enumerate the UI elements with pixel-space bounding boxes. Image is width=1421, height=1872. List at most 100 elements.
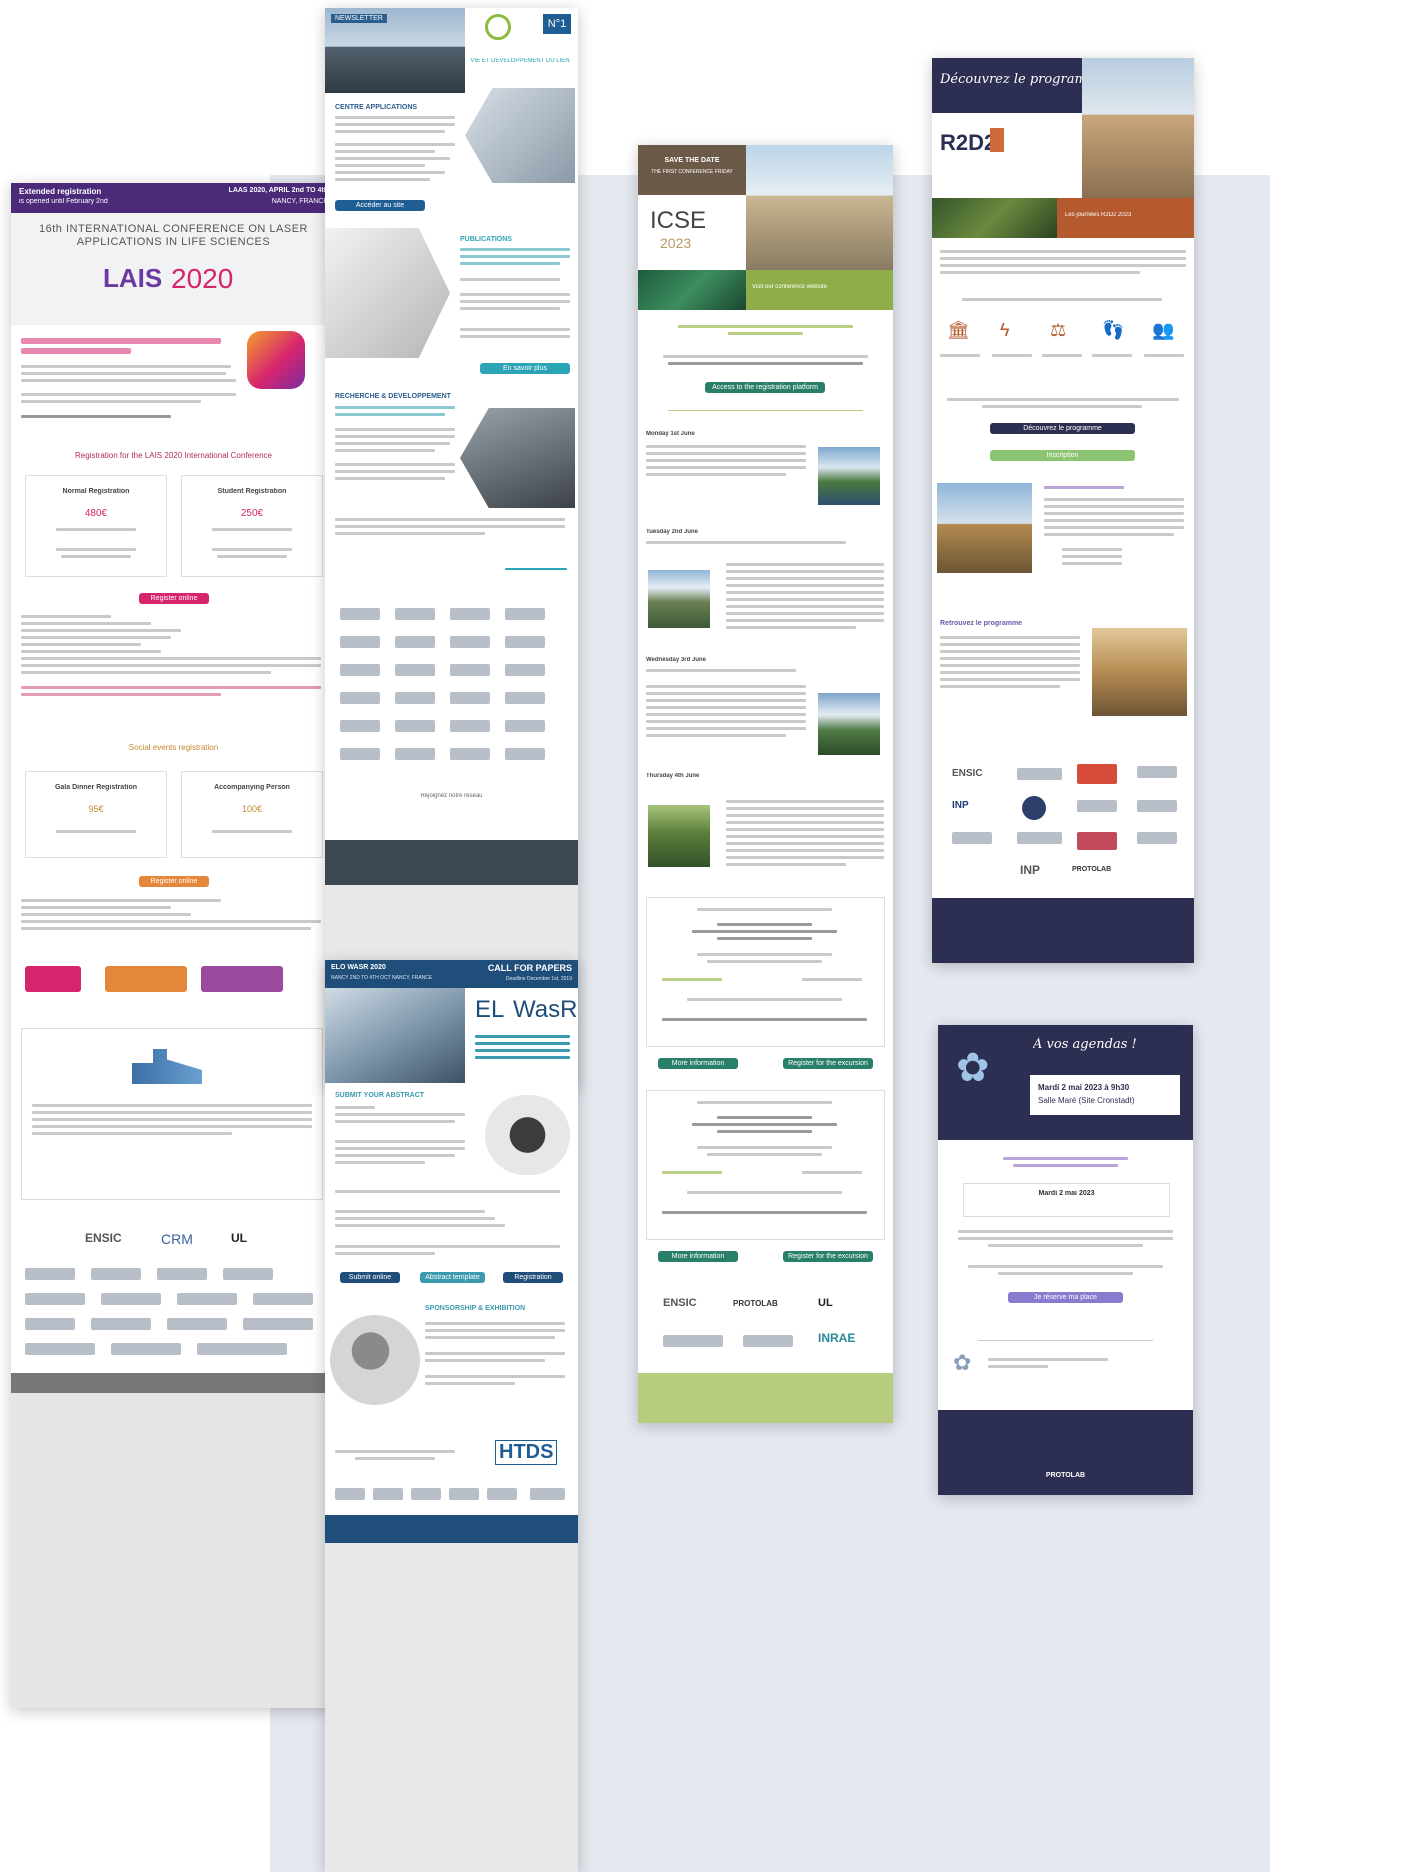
r2d2-inscription-button[interactable]: Inscription [990, 450, 1135, 461]
eifs-button-2[interactable]: En savoir plus [480, 363, 570, 374]
icse-mountain-photo-2 [818, 693, 880, 755]
text-line [940, 671, 1080, 674]
laas-regular-card: Normal Registration 480€ [25, 475, 167, 577]
text-line [940, 257, 1186, 260]
partner-logo [450, 664, 490, 676]
text-line [726, 598, 884, 601]
laas-header-right-2: NANCY, FRANCE [271, 198, 328, 205]
partner-logo [505, 664, 545, 676]
text-line [61, 555, 131, 558]
laas-pink-tile[interactable] [25, 966, 81, 992]
scales-icon: ⚖ [1050, 320, 1067, 340]
partner-logo [395, 720, 435, 732]
icse-header-tag: SAVE THE DATE [664, 157, 720, 164]
text-line [460, 262, 560, 265]
partner-logo [1077, 800, 1117, 812]
partner-logo [197, 1343, 287, 1355]
text-line [1062, 555, 1122, 558]
eifs-hexagon-photo-1 [465, 88, 575, 183]
icse-green-band-text: Visit our conference website [752, 284, 827, 290]
text-line [425, 1329, 565, 1332]
text-line [668, 362, 863, 365]
laas-header-left: Extended registration [19, 187, 102, 196]
r2d2-brand-accent [990, 128, 1004, 152]
text-line [940, 354, 980, 357]
text-line [335, 435, 455, 438]
text-line [335, 477, 445, 480]
text-line [687, 998, 842, 1001]
icse-more-info-button-1[interactable]: More information [658, 1058, 738, 1069]
text-line [475, 1035, 570, 1038]
newsletter-laas-2020: Extended registration is opened until Fe… [11, 183, 336, 1708]
text-line [998, 1272, 1133, 1275]
invite-footer-logo: PROTOLAB [1045, 1472, 1086, 1479]
text-line [646, 459, 806, 462]
text-line [802, 1171, 862, 1174]
text-line [1062, 562, 1122, 565]
laas-social-button[interactable]: Register online [139, 876, 209, 887]
text-line [335, 157, 450, 160]
text-line [425, 1352, 565, 1355]
text-line [646, 692, 806, 695]
text-line [940, 643, 1080, 646]
text-line [646, 734, 786, 737]
partner-logo [743, 1335, 793, 1347]
text-line [335, 1210, 485, 1213]
eifs-section-2: PUBLICATIONS [460, 236, 512, 243]
icse-register-button-2[interactable]: Register for the excursion [783, 1251, 873, 1262]
icse-header-tag-box: SAVE THE DATE THE FIRST CONFERENCE FRIDA… [638, 145, 746, 195]
invite-reserve-button[interactable]: Je réserve ma place [1008, 1292, 1123, 1303]
text-line [726, 842, 884, 845]
icse-register-button-1[interactable]: Register for the excursion [783, 1058, 873, 1069]
text-line [475, 1056, 570, 1059]
text-line [21, 393, 236, 396]
laas-social-2-label: Accompanying Person [214, 784, 290, 791]
r2d2-program-button[interactable]: Découvrez le programme [990, 423, 1135, 434]
text-line [335, 1217, 495, 1220]
text-line [947, 398, 1179, 401]
text-line [460, 278, 560, 281]
laas-register-button[interactable]: Register online [139, 593, 209, 604]
partner-logo [335, 1488, 365, 1500]
eifs-badge: N°1 [543, 14, 571, 34]
partner-logo [91, 1268, 141, 1280]
icse-logo-ul: UL [818, 1297, 833, 1309]
text-line [646, 685, 806, 688]
text-line [32, 1118, 312, 1121]
icse-main-button[interactable]: Access to the registration platform [705, 382, 825, 393]
elowasr-button-2[interactable]: Abstract template [420, 1272, 485, 1283]
eifs-button-1[interactable]: Accéder au site [335, 200, 425, 211]
partner-logo [487, 1488, 517, 1500]
icse-leaf-photo [638, 270, 746, 310]
newsletter-eifs: NEWSLETTER N°1 VIE ET DÉVELOPPEMENT DU L… [325, 8, 578, 1088]
text-line [212, 830, 292, 833]
icse-excursion-box-1 [646, 897, 885, 1047]
text-line [726, 563, 884, 566]
laas-footer-logo-ensic: ENSIC [85, 1231, 122, 1245]
text-line [663, 355, 868, 358]
elowasr-button-3[interactable]: Registration [503, 1272, 563, 1283]
partner-logo [340, 636, 380, 648]
laas-conference-title: 16th INTERNATIONAL CONFERENCE ON LASER A… [39, 223, 308, 248]
laas-purple-tile[interactable] [201, 966, 283, 992]
text-line [335, 116, 455, 119]
partner-logo [1137, 832, 1177, 844]
text-line [21, 372, 226, 375]
text-line [692, 930, 837, 933]
text-line [335, 150, 435, 153]
elowasr-button-1[interactable]: Submit online [340, 1272, 400, 1283]
partner-logo [450, 636, 490, 648]
icse-more-info-button-2[interactable]: More information [658, 1251, 738, 1262]
r2d2-hero-photo [1082, 58, 1194, 198]
eifs-tag-3[interactable] [505, 568, 567, 570]
laas-orange-tile[interactable] [105, 966, 187, 992]
divider [978, 1340, 1153, 1341]
text-line [21, 615, 111, 618]
text-line [425, 1336, 555, 1339]
icse-forest-photo [648, 805, 710, 867]
text-line [940, 657, 1080, 660]
text-line [726, 863, 846, 866]
text-line [662, 1171, 722, 1174]
text-line [982, 405, 1142, 408]
text-line [335, 1147, 465, 1150]
